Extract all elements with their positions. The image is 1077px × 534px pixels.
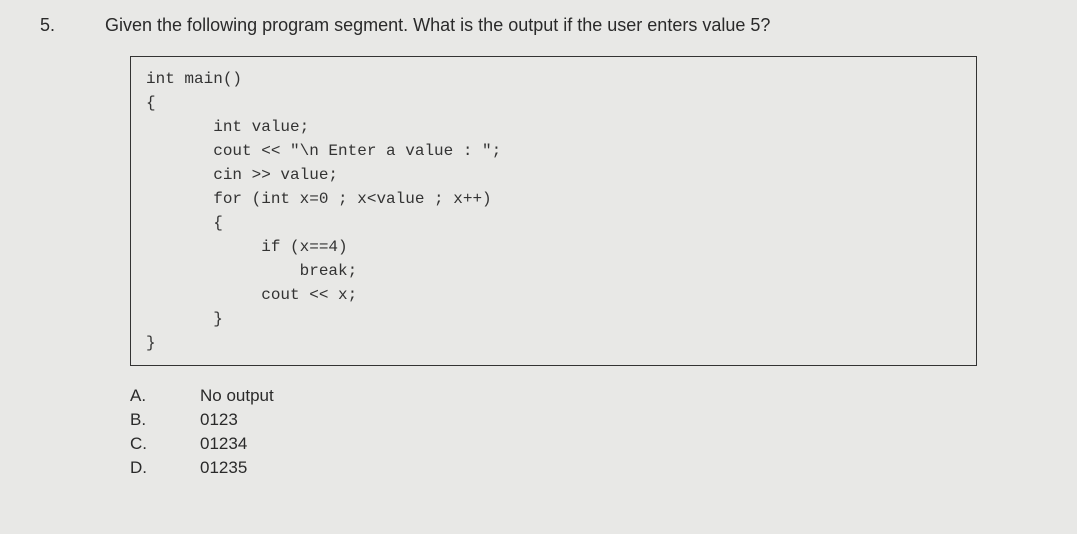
option-d: D. 01235 — [130, 458, 1037, 478]
option-letter: D. — [130, 458, 200, 478]
option-b: B. 0123 — [130, 410, 1037, 430]
option-text: 01234 — [200, 434, 1037, 454]
option-letter: A. — [130, 386, 200, 406]
option-c: C. 01234 — [130, 434, 1037, 454]
question-header: 5. Given the following program segment. … — [40, 15, 1037, 36]
code-content: int main() { int value; cout << "\n Ente… — [146, 67, 961, 355]
question-number: 5. — [40, 15, 55, 36]
option-text: 01235 — [200, 458, 1037, 478]
options-list: A. No output B. 0123 C. 01234 D. 01235 — [130, 386, 1037, 478]
question-text: Given the following program segment. Wha… — [105, 15, 770, 36]
option-text: No output — [200, 386, 1037, 406]
option-letter: C. — [130, 434, 200, 454]
option-a: A. No output — [130, 386, 1037, 406]
option-text: 0123 — [200, 410, 1037, 430]
option-letter: B. — [130, 410, 200, 430]
code-box: int main() { int value; cout << "\n Ente… — [130, 56, 977, 366]
